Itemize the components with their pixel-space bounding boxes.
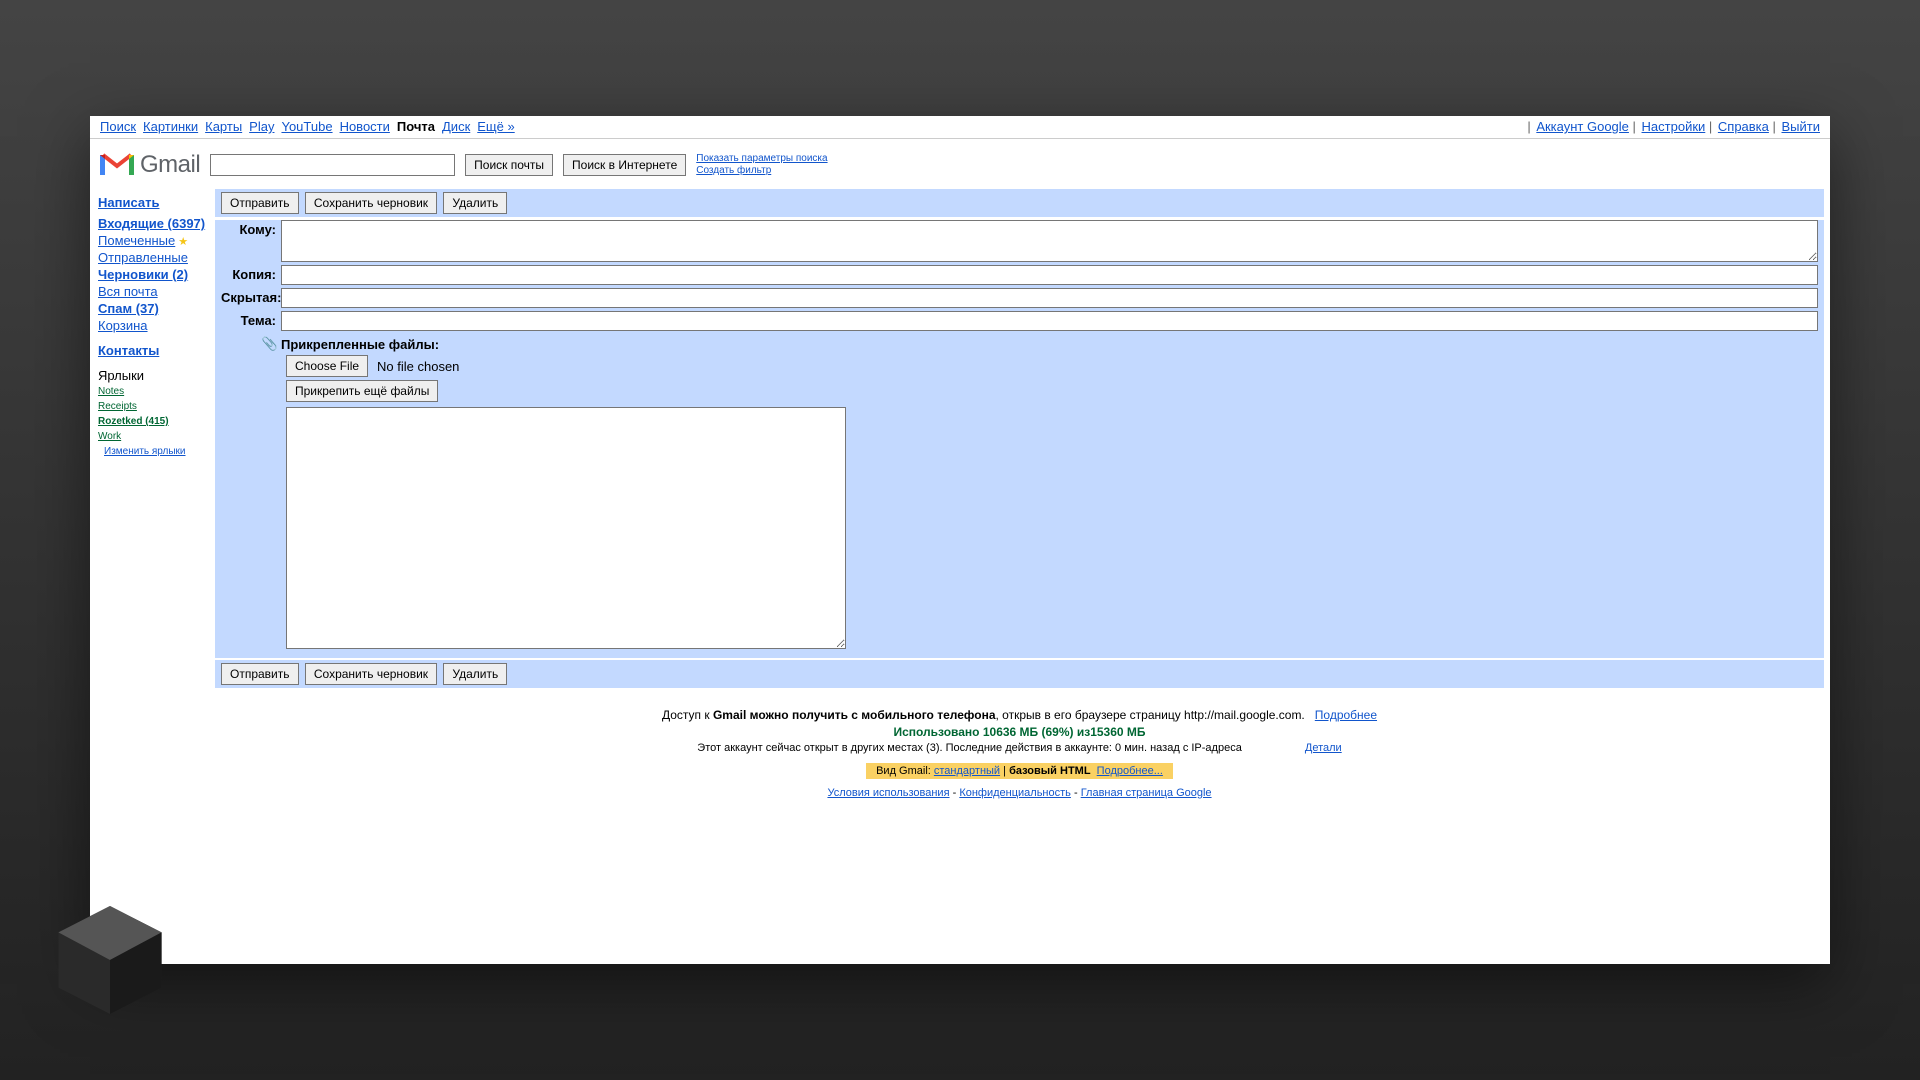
- cc-label: Копия:: [221, 265, 281, 282]
- toolbar-top: Отправить Сохранить черновик Удалить: [215, 189, 1824, 217]
- nav-диск[interactable]: Диск: [442, 119, 470, 134]
- send-button-bottom[interactable]: Отправить: [221, 663, 299, 685]
- folder-3[interactable]: Черновики (2): [98, 267, 188, 282]
- nav-right-0[interactable]: Аккаунт Google: [1536, 119, 1629, 134]
- body: Написать Входящие (6397) Помеченные ★ Отпр…: [90, 189, 1830, 799]
- footer: Доступ к Gmail можно получить с мобильно…: [215, 708, 1824, 799]
- label-2[interactable]: Rozetked (415): [98, 416, 169, 427]
- nav-ещё »[interactable]: Ещё »: [477, 119, 514, 134]
- folder-1[interactable]: Помеченные: [98, 233, 175, 248]
- star-icon: ★: [175, 236, 188, 248]
- search-options-links: Показать параметры поиска Создать фильтр: [696, 153, 827, 177]
- gmail-wordmark: Gmail: [140, 151, 200, 179]
- edit-labels-link[interactable]: Изменить ярлыки: [104, 446, 186, 457]
- folder-4[interactable]: Вся почта: [98, 284, 158, 299]
- message-body-input[interactable]: [286, 407, 846, 649]
- sessions-text: Этот аккаунт сейчас открыт в других мест…: [697, 742, 1242, 754]
- google-bar-right: | Аккаунт Google | Настройки | Справка |…: [1527, 119, 1820, 134]
- gmail-m-icon: [100, 152, 134, 178]
- mobile-suffix: , открыв в его браузере страницу http://…: [996, 708, 1305, 722]
- privacy-link[interactable]: Конфиденциальность: [959, 787, 1071, 799]
- send-button[interactable]: Отправить: [221, 192, 299, 214]
- search-input[interactable]: [210, 154, 455, 176]
- view-standard-link[interactable]: стандартный: [934, 765, 1000, 777]
- gmail-logo: Gmail: [100, 151, 200, 179]
- main: Отправить Сохранить черновик Удалить Ком…: [215, 189, 1830, 799]
- labels-heading: Ярлыки: [98, 368, 211, 383]
- nav-картинки[interactable]: Картинки: [143, 119, 198, 134]
- nav-карты[interactable]: Карты: [205, 119, 242, 134]
- mobile-bold: Gmail можно получить с мобильного телефо…: [713, 708, 996, 722]
- paperclip-icon: 📎: [262, 336, 278, 351]
- nav-новости[interactable]: Новости: [340, 119, 390, 134]
- folder-0[interactable]: Входящие (6397): [98, 216, 205, 231]
- view-more-link[interactable]: Подробнее...: [1097, 765, 1163, 777]
- google-home-link[interactable]: Главная страница Google: [1081, 787, 1212, 799]
- bcc-input[interactable]: [281, 288, 1818, 308]
- label-0[interactable]: Notes: [98, 386, 124, 397]
- choose-file-button[interactable]: Choose File: [286, 355, 368, 377]
- compose-form: Кому: Копия: Скрытая: Тема: 📎 При: [215, 220, 1824, 658]
- terms-link[interactable]: Условия использования: [827, 787, 949, 799]
- app-window: Поиск Картинки Карты Play YouTube Новости Почт…: [90, 116, 1830, 964]
- nav-почта: Почта: [397, 119, 435, 134]
- search-mail-button[interactable]: Поиск почты: [465, 154, 553, 176]
- compose-link[interactable]: Написать: [98, 195, 159, 210]
- details-link[interactable]: Детали: [1305, 742, 1342, 754]
- google-bar-left: Поиск Картинки Карты Play YouTube Новости Почт…: [100, 119, 522, 134]
- folder-2[interactable]: Отправленные: [98, 250, 188, 265]
- toolbar-bottom: Отправить Сохранить черновик Удалить: [215, 660, 1824, 688]
- contacts-link[interactable]: Контакты: [98, 343, 159, 358]
- nav-youtube[interactable]: YouTube: [281, 119, 332, 134]
- create-filter-link[interactable]: Создать фильтр: [696, 165, 827, 177]
- search-web-button[interactable]: Поиск в Интернете: [563, 154, 686, 176]
- folder-6[interactable]: Корзина: [98, 318, 148, 333]
- to-input[interactable]: [281, 220, 1818, 262]
- nav-right-2[interactable]: Справка: [1718, 119, 1769, 134]
- storage-text: Использовано 10636 МБ (69%) из15360 МБ: [215, 725, 1824, 739]
- mobile-prefix: Доступ к: [662, 708, 713, 722]
- view-mode-bar: Вид Gmail: стандартный | базовый HTML По…: [866, 763, 1173, 779]
- labels-list: Notes Receipts Rozetked (415) Work Изменить …: [98, 383, 211, 458]
- view-prefix: Вид Gmail:: [876, 765, 934, 777]
- folder-5[interactable]: Спам (37): [98, 301, 159, 316]
- attach-more-button[interactable]: Прикрепить ещё файлы: [286, 380, 438, 402]
- mobile-more-link[interactable]: Подробнее: [1315, 708, 1377, 722]
- view-basic-label: базовый HTML: [1009, 765, 1090, 777]
- label-1[interactable]: Receipts: [98, 401, 137, 412]
- label-3[interactable]: Work: [98, 431, 121, 442]
- bcc-label: Скрытая:: [221, 288, 281, 305]
- header: Gmail Поиск почты Поиск в Интернете Пока…: [90, 139, 1830, 189]
- folder-list: Входящие (6397) Помеченные ★ Отправленные Ч…: [98, 216, 211, 333]
- subject-input[interactable]: [281, 311, 1818, 331]
- sidebar: Написать Входящие (6397) Помеченные ★ Отпр…: [90, 189, 215, 799]
- show-search-params-link[interactable]: Показать параметры поиска: [696, 153, 827, 165]
- save-draft-button[interactable]: Сохранить черновик: [305, 192, 437, 214]
- delete-button-bottom[interactable]: Удалить: [443, 663, 507, 685]
- file-status: No file chosen: [377, 359, 459, 374]
- to-label: Кому:: [221, 220, 281, 237]
- nav-right-1[interactable]: Настройки: [1642, 119, 1706, 134]
- nav-right-3[interactable]: Выйти: [1782, 119, 1821, 134]
- subject-label: Тема:: [221, 311, 281, 328]
- attachments-label: Прикрепленные файлы:: [281, 337, 439, 352]
- cc-input[interactable]: [281, 265, 1818, 285]
- nav-play[interactable]: Play: [249, 119, 274, 134]
- watermark-hex-icon: [50, 900, 170, 1020]
- save-draft-button-bottom[interactable]: Сохранить черновик: [305, 663, 437, 685]
- google-bar: Поиск Картинки Карты Play YouTube Новости Почт…: [90, 116, 1830, 139]
- nav-поиск[interactable]: Поиск: [100, 119, 136, 134]
- delete-button[interactable]: Удалить: [443, 192, 507, 214]
